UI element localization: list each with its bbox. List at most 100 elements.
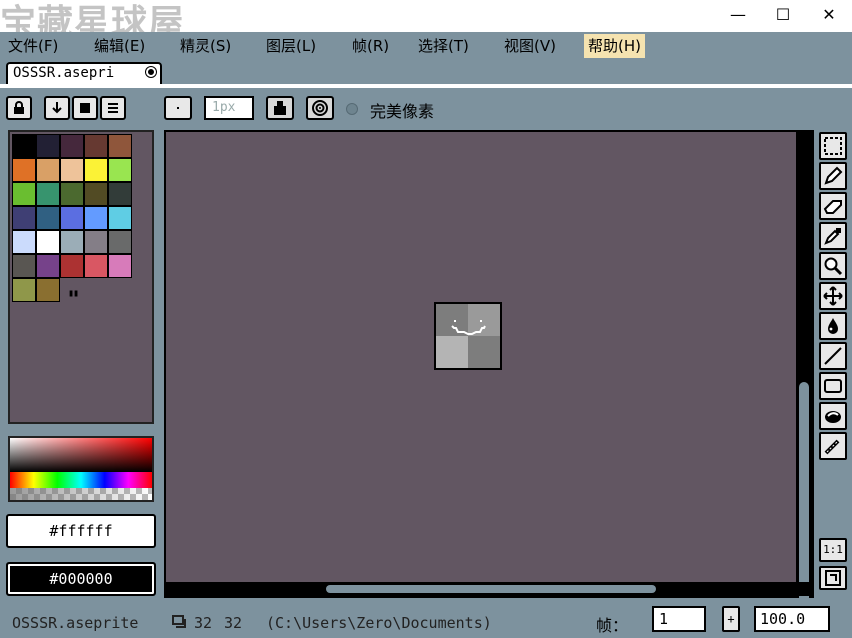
palette-swatch[interactable]	[84, 254, 108, 278]
palette-swatch[interactable]	[12, 230, 36, 254]
tab-label: OSSSR.asepri	[13, 65, 115, 81]
palette-presets-button[interactable]	[72, 96, 98, 120]
unsaved-dot-icon[interactable]	[146, 67, 156, 77]
pencil-tool[interactable]	[819, 162, 847, 190]
saturation-value-area[interactable]	[10, 438, 152, 472]
menu-bar: 文件(F) 编辑(E) 精灵(S) 图层(L) 帧(R) 选择(T) 视图(V)…	[0, 32, 852, 60]
palette-options-button[interactable]	[100, 96, 126, 120]
palette-swatch[interactable]	[84, 206, 108, 230]
alpha-slider[interactable]	[10, 488, 152, 500]
palette-swatch[interactable]	[108, 206, 132, 230]
palette-swatch[interactable]	[108, 134, 132, 158]
palette-swatch[interactable]	[36, 206, 60, 230]
rectangle-tool[interactable]	[819, 372, 847, 400]
alpha-gradient	[10, 488, 152, 500]
palette-swatch[interactable]	[60, 134, 84, 158]
brush-type-button[interactable]	[164, 96, 192, 120]
menu-layer[interactable]: 图层(L)	[262, 34, 320, 58]
palette-swatch[interactable]	[60, 206, 84, 230]
maximize-button[interactable]: ☐	[760, 0, 806, 32]
grid-view-button[interactable]	[819, 566, 847, 590]
menu-file[interactable]: 文件(F)	[4, 34, 62, 58]
palette-swatch[interactable]	[12, 206, 36, 230]
palette-swatch[interactable]	[84, 134, 108, 158]
ink-type-button[interactable]	[266, 96, 294, 120]
palette-resize-grip[interactable]: ▮▮	[68, 288, 79, 299]
palette-swatch[interactable]	[12, 134, 36, 158]
move-tool[interactable]	[819, 282, 847, 310]
opacity-button[interactable]	[306, 96, 334, 120]
palette-swatch[interactable]	[84, 230, 108, 254]
status-filename: OSSSR.aseprite	[12, 614, 139, 632]
palette-swatch[interactable]	[60, 254, 84, 278]
palette-swatch[interactable]	[12, 182, 36, 206]
eraser-tool[interactable]	[819, 192, 847, 220]
actual-size-button[interactable]: 1:1	[819, 538, 847, 562]
menu-view[interactable]: 视图(V)	[500, 34, 560, 58]
tab-osssr[interactable]: OSSSR.asepri	[6, 62, 162, 84]
canvas-size-icon	[172, 615, 186, 628]
spray-tool[interactable]	[819, 432, 847, 460]
foreground-color-button[interactable]: #ffffff	[6, 514, 156, 548]
status-width: 32	[194, 614, 213, 632]
menu-select[interactable]: 选择(T)	[414, 34, 473, 58]
palette-swatch[interactable]	[108, 230, 132, 254]
marquee-icon	[824, 137, 842, 155]
tab-underline	[0, 84, 852, 88]
frame-plus-button[interactable]: +	[722, 606, 740, 632]
palette-swatch[interactable]	[108, 158, 132, 182]
palette-swatch[interactable]	[60, 230, 84, 254]
menu-sprite[interactable]: 精灵(S)	[176, 34, 235, 58]
ink-bottle-icon	[274, 101, 286, 115]
zoom-tool[interactable]	[819, 252, 847, 280]
minimize-button[interactable]: —	[715, 0, 761, 32]
palette-swatch[interactable]	[108, 254, 132, 278]
lock-palette-button[interactable]	[6, 96, 32, 120]
paint-bucket-tool[interactable]	[819, 312, 847, 340]
brush-size-input[interactable]: 1px	[204, 96, 254, 120]
menu-help[interactable]: 帮助(H)	[584, 34, 645, 58]
eyedropper-tool[interactable]	[819, 222, 847, 250]
frame-number-input[interactable]: 1	[652, 606, 706, 632]
spray-icon	[824, 439, 840, 455]
move-icon	[823, 286, 843, 306]
palette-swatch[interactable]	[36, 134, 60, 158]
palette-swatch[interactable]	[12, 278, 36, 302]
palette-swatch[interactable]	[84, 182, 108, 206]
line-tool[interactable]	[819, 342, 847, 370]
horizontal-scroll-thumb[interactable]	[326, 585, 656, 593]
pixel-perfect-checkbox[interactable]	[346, 103, 358, 115]
menu-edit[interactable]: 编辑(E)	[90, 34, 149, 58]
hue-slider[interactable]	[10, 472, 152, 488]
palette-sort-button[interactable]	[44, 96, 70, 120]
palette-swatch[interactable]	[36, 182, 60, 206]
color-spectrum[interactable]	[8, 436, 154, 502]
square-icon	[80, 103, 90, 113]
palette-swatch[interactable]	[36, 254, 60, 278]
rectangular-marquee-tool[interactable]	[819, 132, 847, 160]
arrow-down-icon	[52, 102, 62, 114]
palette-swatch[interactable]	[84, 158, 108, 182]
palette-swatch[interactable]	[60, 182, 84, 206]
frame-label: 帧：	[596, 616, 629, 635]
palette-swatch[interactable]	[36, 230, 60, 254]
palette-swatch[interactable]	[36, 278, 60, 302]
ellipse-tool[interactable]	[819, 402, 847, 430]
menu-lines-icon	[108, 103, 118, 113]
palette-swatch[interactable]	[36, 158, 60, 182]
palette-swatch[interactable]	[108, 182, 132, 206]
background-color-button[interactable]: #000000	[6, 562, 156, 596]
editor-canvas[interactable]	[166, 132, 796, 582]
palette-swatch[interactable]	[12, 158, 36, 182]
status-height: 32	[224, 614, 243, 632]
palette-swatch[interactable]	[60, 158, 84, 182]
palette-swatch[interactable]	[12, 254, 36, 278]
close-button[interactable]: ✕	[806, 0, 852, 32]
menu-frame[interactable]: 帧(R)	[348, 34, 393, 58]
zoom-level-input[interactable]: 100.0	[754, 606, 830, 632]
color-palette: ▮▮	[8, 130, 154, 424]
sprite-image[interactable]	[434, 302, 502, 370]
line-icon	[824, 347, 842, 365]
canvas-frame	[164, 130, 814, 622]
paint-bucket-icon	[828, 318, 838, 334]
